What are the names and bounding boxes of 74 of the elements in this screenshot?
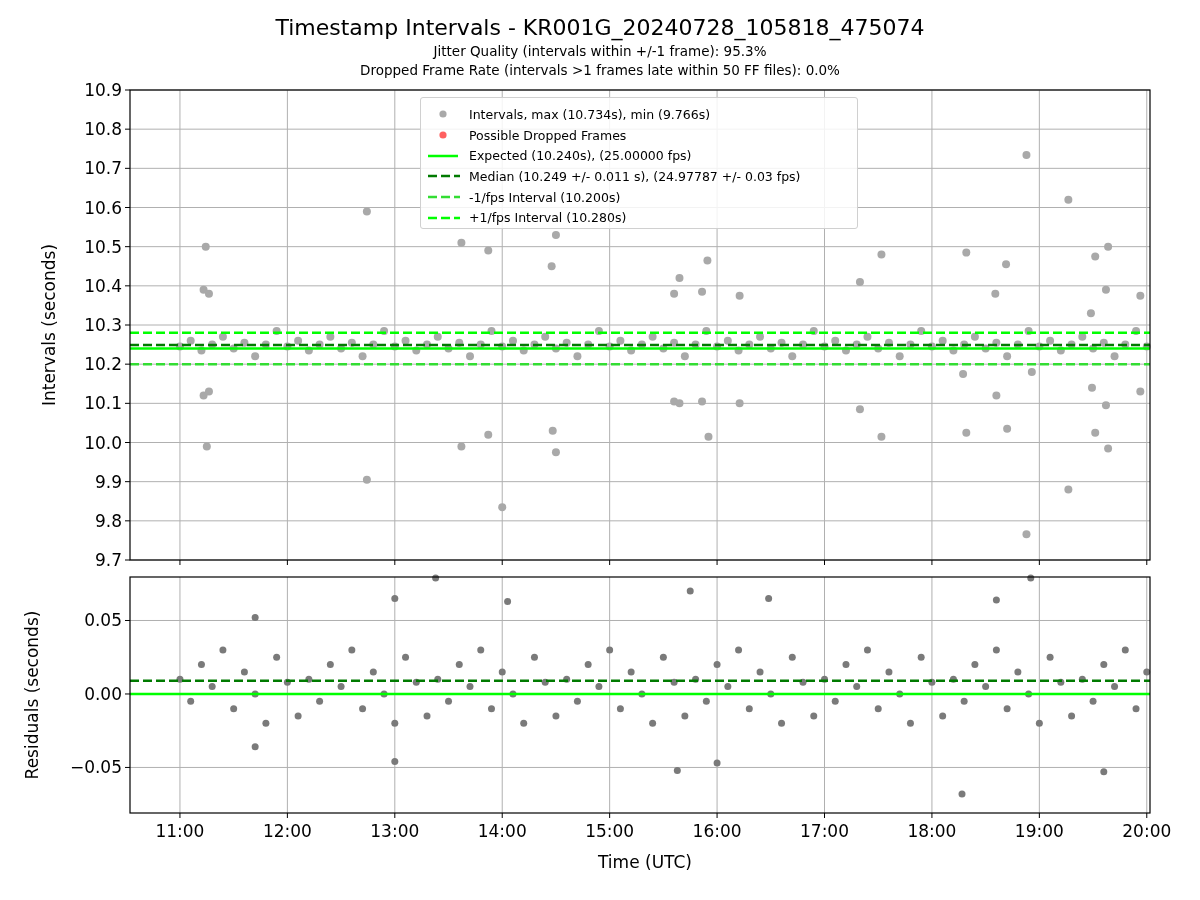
tick-mark: [124, 520, 131, 522]
x-axis-label: Time (UTC): [598, 852, 692, 872]
tick-mark: [824, 559, 825, 566]
x-tick-label: 18:00: [907, 821, 957, 841]
y-axis-label: Intervals (seconds): [39, 243, 59, 407]
tick-mark: [286, 812, 288, 819]
legend-label: -1/fps Interval (10.200s): [469, 189, 621, 205]
tick-mark: [124, 207, 131, 208]
tick-mark: [1038, 559, 1040, 566]
tick-mark: [124, 167, 131, 169]
tick-mark: [1038, 812, 1040, 819]
tick-mark: [124, 559, 131, 561]
tick-mark: [179, 559, 181, 566]
y-tick-label: 10.6: [84, 197, 122, 218]
legend-label: Median (10.249 +/- 0.011 s), (24.97787 +/- 0.03 fps): [469, 168, 801, 184]
x-tick-label: 12:00: [262, 821, 312, 841]
tick-mark: [824, 812, 825, 819]
tick-mark: [394, 559, 396, 566]
x-tick-label: 13:00: [370, 821, 420, 841]
tick-mark: [1146, 812, 1148, 819]
tick-mark: [124, 442, 131, 443]
y-tick-label: 10.5: [84, 236, 122, 257]
tick-mark: [124, 324, 131, 326]
tick-mark: [286, 559, 288, 566]
tick-mark: [501, 812, 503, 819]
tick-mark: [501, 559, 503, 566]
y-tick-label: 10.7: [84, 158, 122, 179]
tick-mark: [124, 766, 131, 768]
y-tick-label: 10.0: [84, 432, 122, 453]
tick-mark: [124, 481, 131, 483]
tick-mark: [931, 559, 933, 566]
tick-mark: [124, 285, 131, 287]
tick-mark: [716, 812, 718, 819]
x-tick-label: 15:00: [585, 821, 635, 841]
tick-mark: [394, 812, 396, 819]
tick-mark: [124, 246, 131, 248]
tick-mark: [124, 693, 131, 695]
y-tick-label: 9.8: [94, 510, 122, 531]
y-tick-label: 0.05: [84, 610, 122, 631]
y-tick-label: −0.05: [69, 757, 122, 778]
legend-label: Possible Dropped Frames: [469, 127, 627, 143]
tick-mark: [931, 812, 933, 819]
y-tick-label: 10.4: [84, 275, 122, 296]
y-axis-label: Residuals (seconds): [22, 610, 42, 780]
y-tick-label: 10.1: [84, 393, 122, 414]
y-tick-label: 10.3: [84, 315, 122, 335]
y-tick-label: 0.00: [84, 683, 122, 704]
tick-mark: [124, 402, 131, 404]
y-tick-label: 10.9: [84, 80, 122, 100]
tick-mark: [124, 620, 131, 621]
tick-mark: [124, 89, 131, 91]
x-tick-label: 19:00: [1014, 821, 1064, 841]
y-tick-label: 9.7: [94, 550, 122, 568]
y-tick-label: 9.9: [94, 471, 122, 492]
tick-mark: [716, 559, 718, 566]
x-tick-label: 14:00: [477, 821, 527, 841]
tick-mark: [1146, 559, 1148, 566]
legend-label: Expected (10.240s), (25.00000 fps): [469, 148, 692, 164]
tick-mark: [609, 559, 611, 566]
tick-mark: [179, 812, 181, 819]
x-tick-label: 17:00: [800, 821, 849, 841]
x-tick-label: 20:00: [1122, 821, 1172, 841]
y-tick-label: 10.8: [84, 119, 122, 140]
legend-label: +1/fps Interval (10.280s): [469, 210, 627, 226]
tick-mark: [609, 812, 611, 819]
x-tick-label: 16:00: [692, 821, 742, 841]
legend-label: Intervals, max (10.734s), min (9.766s): [469, 106, 711, 122]
tick-mark: [124, 363, 131, 365]
chart-title: Timestamp Intervals - KR001G_20240728_105818_475074: [275, 14, 925, 42]
y-tick-label: 10.2: [84, 354, 122, 375]
chart-subtitle: Jitter Quality (intervals within +/-1 frame): 95.3%: [433, 42, 767, 61]
x-tick-label: 11:00: [155, 821, 205, 841]
tick-mark: [124, 128, 131, 130]
chart-subtitle: Dropped Frame Rate (intervals >1 frames late within 50 FF files): 0.0%: [360, 61, 840, 80]
